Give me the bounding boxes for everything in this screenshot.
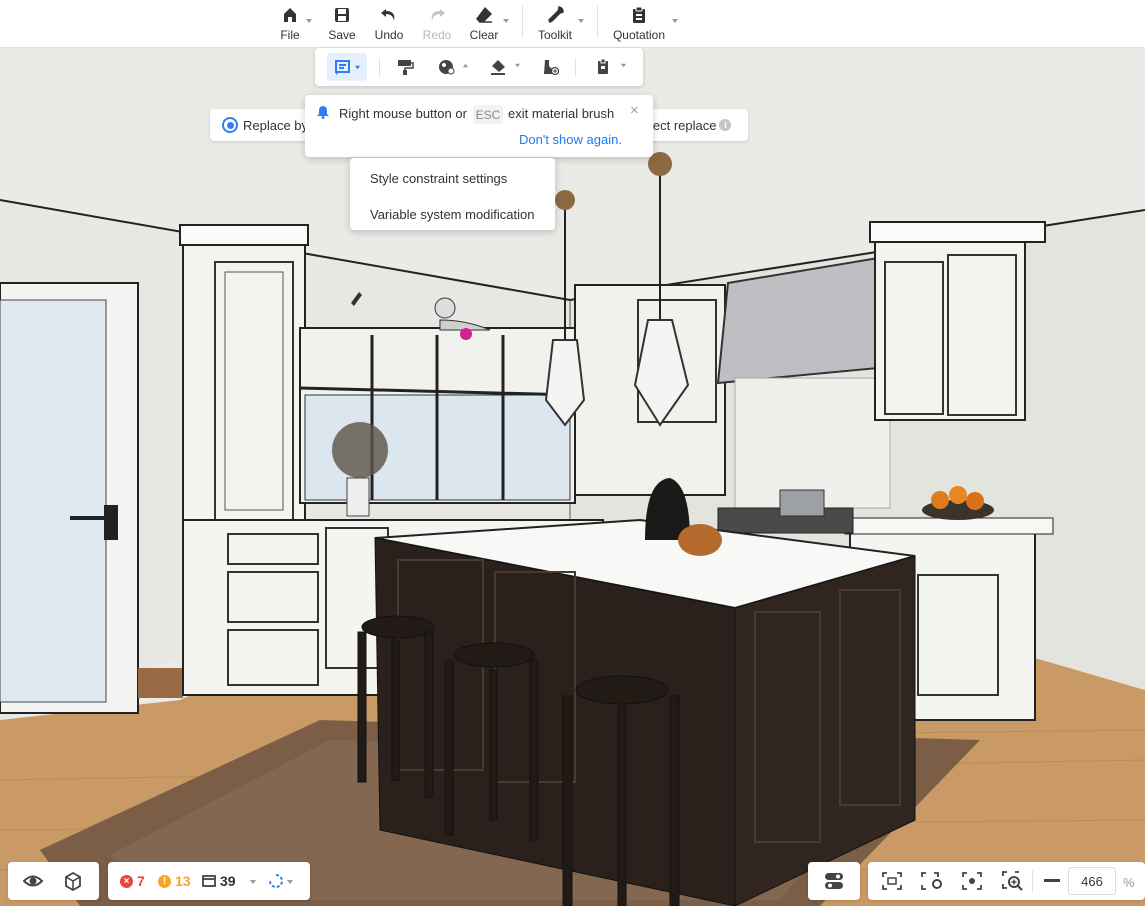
toolbar-divider — [597, 6, 598, 38]
zoom-input[interactable] — [1068, 867, 1116, 895]
select-replace-option[interactable]: lect replace i — [640, 109, 748, 141]
fill-bucket-button[interactable] — [486, 53, 510, 81]
fill-bucket-caret-icon[interactable] — [514, 62, 521, 69]
clipboard-copy-icon — [598, 58, 608, 74]
toolkit-caret-icon[interactable] — [577, 17, 585, 25]
warning-count[interactable]: ! 13 — [158, 873, 191, 889]
error-count-value: 7 — [137, 873, 145, 889]
paint-roller-icon — [398, 60, 414, 75]
clipboard-icon — [633, 6, 645, 23]
menu-item-variable-system[interactable]: Variable system modification — [370, 207, 535, 227]
select-replace-label: lect replace — [650, 117, 717, 133]
undo-button[interactable]: Undo — [372, 2, 406, 44]
zoom-divider — [1032, 870, 1033, 892]
sync-icon[interactable] — [268, 873, 284, 889]
material-brush-caret-icon — [354, 65, 360, 69]
tip-text-start: Right mouse button or — [339, 106, 467, 121]
texture-ball-icon — [439, 60, 455, 75]
zoom-unit: % — [1123, 875, 1135, 890]
texture-ball-button[interactable] — [435, 53, 459, 81]
save-button[interactable]: Save — [328, 2, 356, 44]
paint-roller-button[interactable] — [393, 53, 417, 81]
eraser-icon — [476, 7, 492, 23]
replace-by-option[interactable]: Replace by — [210, 109, 310, 141]
menu-item-style-constraint[interactable]: Style constraint settings — [370, 171, 507, 191]
fill-bucket-icon — [491, 60, 505, 75]
clipboard-copy-button[interactable] — [591, 53, 615, 81]
eye-icon[interactable] — [23, 872, 43, 890]
material-brush-icon — [334, 60, 350, 75]
quotation-caret-icon[interactable] — [671, 17, 679, 25]
warning-count-value: 13 — [175, 873, 191, 889]
toggle-panel — [808, 862, 860, 900]
wrench-icon — [548, 6, 564, 24]
brush-options-menu: Style constraint settings Variable syste… — [350, 158, 555, 230]
material-brush-button[interactable] — [327, 53, 367, 81]
file-button[interactable]: File — [278, 2, 302, 44]
home-icon — [284, 8, 296, 22]
redo-label: Redo — [422, 28, 452, 42]
clear-caret-icon[interactable] — [502, 17, 510, 25]
tip-text-end: exit material brush — [508, 106, 615, 121]
clear-button[interactable]: Clear — [469, 2, 499, 44]
shoe-plus-icon — [544, 60, 559, 76]
object-count[interactable]: 39 — [202, 873, 236, 889]
zoom-out-icon[interactable] — [1044, 879, 1060, 883]
status-caret-icon[interactable] — [249, 878, 257, 886]
top-toolbar: File Save Undo Redo Clear Toolkit Quotat… — [0, 0, 1145, 48]
replace-by-label: Replace by — [243, 117, 309, 133]
window-icon — [202, 875, 216, 887]
toolbar-divider — [522, 6, 523, 38]
focus-icon[interactable] — [962, 872, 982, 890]
object-count-value: 39 — [220, 873, 236, 889]
save-label: Save — [328, 28, 356, 42]
subtoolbar-divider — [575, 58, 576, 76]
file-caret-icon[interactable] — [305, 17, 313, 25]
file-label: File — [280, 28, 300, 42]
toggle-switch-icon[interactable] — [824, 872, 844, 890]
error-count[interactable]: × 7 — [120, 873, 145, 889]
redo-icon — [431, 9, 445, 21]
cube-icon[interactable] — [63, 871, 83, 891]
clipboard-copy-caret-icon[interactable] — [620, 62, 627, 69]
dont-show-again-link[interactable]: Don't show again. — [519, 132, 622, 147]
warning-icon: ! — [158, 874, 171, 888]
undo-label: Undo — [374, 28, 404, 42]
error-icon: × — [120, 874, 133, 888]
close-icon[interactable]: × — [630, 103, 639, 118]
replace-radio-icon[interactable] — [222, 117, 238, 133]
zoom-region-icon[interactable] — [1002, 871, 1024, 891]
sync-caret-icon[interactable] — [286, 878, 294, 886]
bell-icon — [317, 106, 329, 119]
shoe-plus-button[interactable] — [538, 53, 562, 81]
subtoolbar-divider — [379, 58, 380, 76]
toolkit-button[interactable]: Toolkit — [536, 2, 574, 44]
kitchen-render — [0, 48, 1145, 906]
redo-button[interactable]: Redo — [421, 2, 453, 44]
clear-label: Clear — [469, 28, 499, 42]
material-brush-tip: Right mouse button or ESC exit material … — [305, 95, 653, 157]
esc-key-badge: ESC — [473, 105, 503, 124]
undo-icon — [381, 9, 395, 21]
texture-ball-caret-icon[interactable] — [462, 62, 469, 69]
quotation-button[interactable]: Quotation — [611, 2, 667, 44]
toolkit-label: Toolkit — [537, 28, 572, 42]
view-mode-panel — [8, 862, 99, 900]
quotation-label: Quotation — [612, 28, 666, 42]
material-sub-toolbar — [315, 48, 643, 86]
frame-select-icon[interactable] — [882, 872, 902, 890]
status-panel: × 7 ! 13 39 — [108, 862, 310, 900]
frame-settings-icon[interactable] — [921, 872, 943, 890]
info-icon[interactable]: i — [719, 119, 732, 131]
save-icon — [335, 8, 349, 22]
3d-viewport[interactable] — [0, 48, 1145, 906]
